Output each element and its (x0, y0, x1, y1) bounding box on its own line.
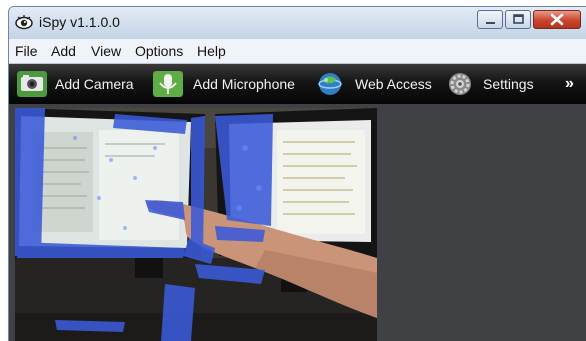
add-camera-button[interactable]: Add Camera (17, 71, 137, 97)
close-button[interactable] (533, 10, 581, 29)
eye-icon (15, 15, 33, 30)
minimize-button[interactable] (477, 10, 503, 29)
camera-feed[interactable] (15, 108, 377, 341)
title-bar[interactable]: iSpy v1.1.0.0 (9, 7, 586, 39)
globe-icon (318, 73, 342, 95)
toolbar-overflow-button[interactable]: » (565, 76, 574, 92)
settings-button[interactable]: Settings (445, 71, 545, 97)
menu-file[interactable]: File (15, 43, 38, 59)
toolbar: Add Camera Add Microphone Web Access Set… (9, 64, 586, 104)
window-title: iSpy v1.1.0.0 (39, 14, 120, 30)
menu-add[interactable]: Add (51, 43, 76, 59)
maximize-icon (513, 14, 524, 24)
menu-options[interactable]: Options (135, 43, 183, 59)
camera-panel (9, 104, 586, 341)
camera-icon (17, 71, 47, 97)
microphone-icon (153, 71, 183, 97)
settings-label: Settings (483, 76, 534, 92)
web-access-label: Web Access (355, 76, 432, 92)
maximize-button[interactable] (505, 10, 531, 29)
add-microphone-label: Add Microphone (193, 76, 295, 92)
minimize-icon (486, 22, 495, 24)
add-camera-label: Add Camera (55, 76, 134, 92)
gear-icon (449, 73, 471, 95)
menu-help[interactable]: Help (197, 43, 226, 59)
app-window: iSpy v1.1.0.0 File Add View Options Help (8, 6, 586, 341)
add-microphone-button[interactable]: Add Microphone (153, 71, 303, 97)
menu-bar: File Add View Options Help (9, 39, 586, 64)
close-icon (550, 13, 564, 26)
menu-view[interactable]: View (91, 43, 121, 59)
web-access-button[interactable]: Web Access (315, 71, 432, 97)
